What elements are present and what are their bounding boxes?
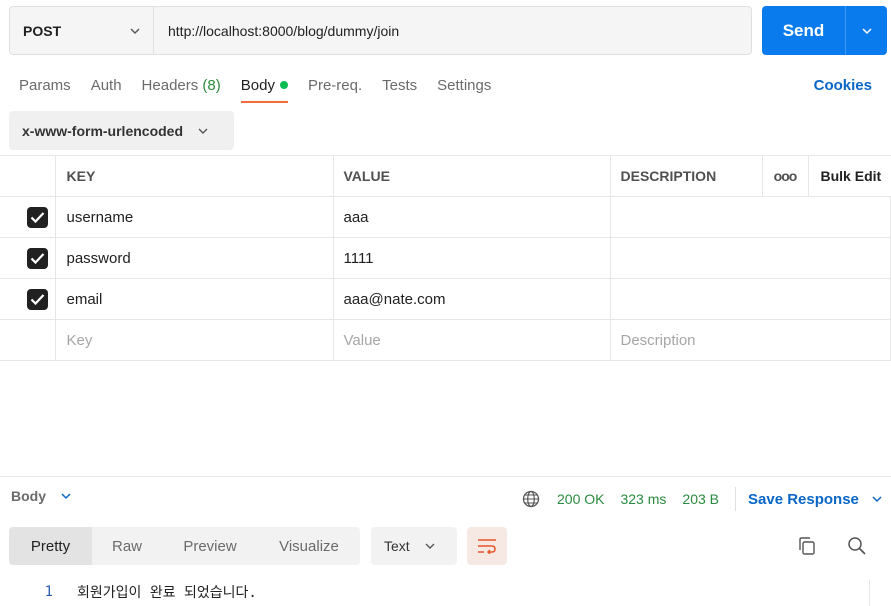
header-checkbox-cell — [0, 155, 56, 197]
value-cell[interactable]: aaa — [333, 196, 611, 238]
value-cell[interactable]: 1111 — [333, 237, 611, 279]
body-type-label: x-www-form-urlencoded — [22, 122, 184, 139]
chevron-down-icon — [861, 27, 872, 34]
status-code[interactable]: 200 OK — [557, 491, 604, 507]
checkbox-checked-icon[interactable] — [27, 288, 48, 310]
line-number: 1 — [44, 584, 53, 600]
active-dot-icon — [279, 81, 288, 89]
chevron-down-icon — [425, 543, 435, 549]
send-button-group: Send — [762, 6, 887, 55]
tab-label: Headers — [141, 77, 199, 94]
scrollbar[interactable] — [869, 580, 891, 606]
response-size[interactable]: 203 B — [682, 491, 719, 507]
tab-label: Body — [240, 77, 275, 94]
description-cell[interactable] — [610, 237, 891, 279]
chevron-down-icon — [130, 28, 140, 34]
chevron-down-icon — [872, 496, 882, 503]
tab-label: Settings — [437, 77, 492, 94]
description-input[interactable]: Description — [610, 319, 891, 361]
method-select[interactable]: POST — [10, 7, 154, 54]
divider — [735, 487, 736, 511]
tab-label: Pre-req. — [307, 77, 363, 94]
row-checkbox-cell — [0, 196, 56, 238]
row-checkbox-cell — [0, 319, 56, 361]
table-row: username aaa — [0, 196, 891, 238]
response-divider[interactable] — [0, 476, 891, 477]
tab-preview[interactable]: Preview — [162, 527, 258, 565]
body-type-select[interactable]: x-www-form-urlencoded — [9, 111, 234, 150]
form-params-table: KEY VALUE DESCRIPTION ooo Bulk Edit user… — [0, 155, 891, 361]
tab-params[interactable]: Params — [19, 74, 71, 103]
response-meta: 200 OK 323 ms 203 B Save Response — [522, 487, 883, 511]
bulk-edit-label: Bulk Edit — [820, 168, 882, 184]
request-tabs: Params Auth Headers (8) Body Pre-req. Te… — [19, 74, 511, 103]
key-cell[interactable]: email — [55, 278, 334, 320]
tab-label: Auth — [90, 77, 122, 94]
chevron-down-icon — [198, 128, 208, 134]
copy-icon[interactable] — [796, 535, 818, 557]
bulk-edit-button[interactable]: Bulk Edit — [808, 155, 891, 197]
request-bar: POST http://localhost:8000/blog/dummy/jo… — [9, 6, 752, 55]
tab-visualize[interactable]: Visualize — [258, 527, 360, 565]
tab-label: Params — [19, 77, 71, 94]
response-view-tabs: Pretty Raw Preview Visualize — [9, 527, 360, 565]
wrap-lines-icon — [478, 539, 496, 554]
response-body-label: Body — [11, 488, 46, 504]
url-text: http://localhost:8000/blog/dummy/join — [168, 22, 400, 39]
format-select[interactable]: Text — [371, 527, 457, 565]
table-row-new: Key Value Description — [0, 319, 891, 361]
tab-body[interactable]: Body — [240, 74, 289, 103]
send-button[interactable]: Send — [762, 6, 846, 55]
value-input[interactable]: Value — [333, 319, 611, 361]
wrap-lines-button[interactable] — [467, 527, 507, 565]
row-checkbox-cell — [0, 237, 56, 279]
checkbox-checked-icon[interactable] — [27, 247, 48, 269]
save-response-label: Save Response — [748, 490, 859, 508]
search-icon[interactable] — [846, 535, 868, 557]
cookies-link[interactable]: Cookies — [814, 77, 872, 94]
key-cell[interactable]: password — [55, 237, 334, 279]
headers-count: (8) — [202, 77, 221, 94]
header-description: DESCRIPTION — [610, 155, 763, 197]
header-value: VALUE — [333, 155, 611, 197]
key-cell[interactable]: username — [55, 196, 334, 238]
tab-label: Tests — [382, 77, 418, 94]
tab-settings[interactable]: Settings — [437, 74, 491, 103]
tab-headers[interactable]: Headers (8) — [142, 74, 221, 103]
globe-icon[interactable] — [522, 490, 540, 508]
value-cell[interactable]: aaa@nate.com — [333, 278, 611, 320]
method-label: POST — [23, 22, 62, 39]
tab-tests[interactable]: Tests — [382, 74, 417, 103]
save-response-button[interactable]: Save Response — [748, 491, 883, 508]
tab-pre-request[interactable]: Pre-req. — [308, 74, 362, 103]
line-text[interactable]: 회원가입이 완료 되었습니다. — [77, 582, 257, 602]
chevron-down-icon — [61, 493, 71, 500]
table-row: password 1111 — [0, 237, 891, 279]
more-options-button[interactable]: ooo — [762, 155, 809, 197]
response-body-select[interactable]: Body — [11, 488, 72, 504]
row-checkbox-cell — [0, 278, 56, 320]
tab-pretty[interactable]: Pretty — [9, 527, 92, 565]
tab-raw[interactable]: Raw — [92, 527, 162, 565]
table-row: email aaa@nate.com — [0, 278, 891, 320]
send-options-button[interactable] — [846, 6, 887, 55]
format-label: Text — [384, 538, 410, 554]
description-cell[interactable] — [610, 196, 891, 238]
url-input[interactable]: http://localhost:8000/blog/dummy/join — [154, 7, 751, 54]
checkbox-checked-icon[interactable] — [27, 206, 48, 228]
response-code-line: 1 회원가입이 완료 되었습니다. — [0, 578, 891, 606]
header-key: KEY — [55, 155, 334, 197]
tab-auth[interactable]: Auth — [91, 74, 122, 103]
more-icon: ooo — [773, 168, 798, 184]
key-input[interactable]: Key — [55, 319, 334, 361]
table-header-row: KEY VALUE DESCRIPTION ooo Bulk Edit — [0, 155, 891, 197]
description-cell[interactable] — [610, 278, 891, 320]
response-time[interactable]: 323 ms — [620, 491, 666, 507]
